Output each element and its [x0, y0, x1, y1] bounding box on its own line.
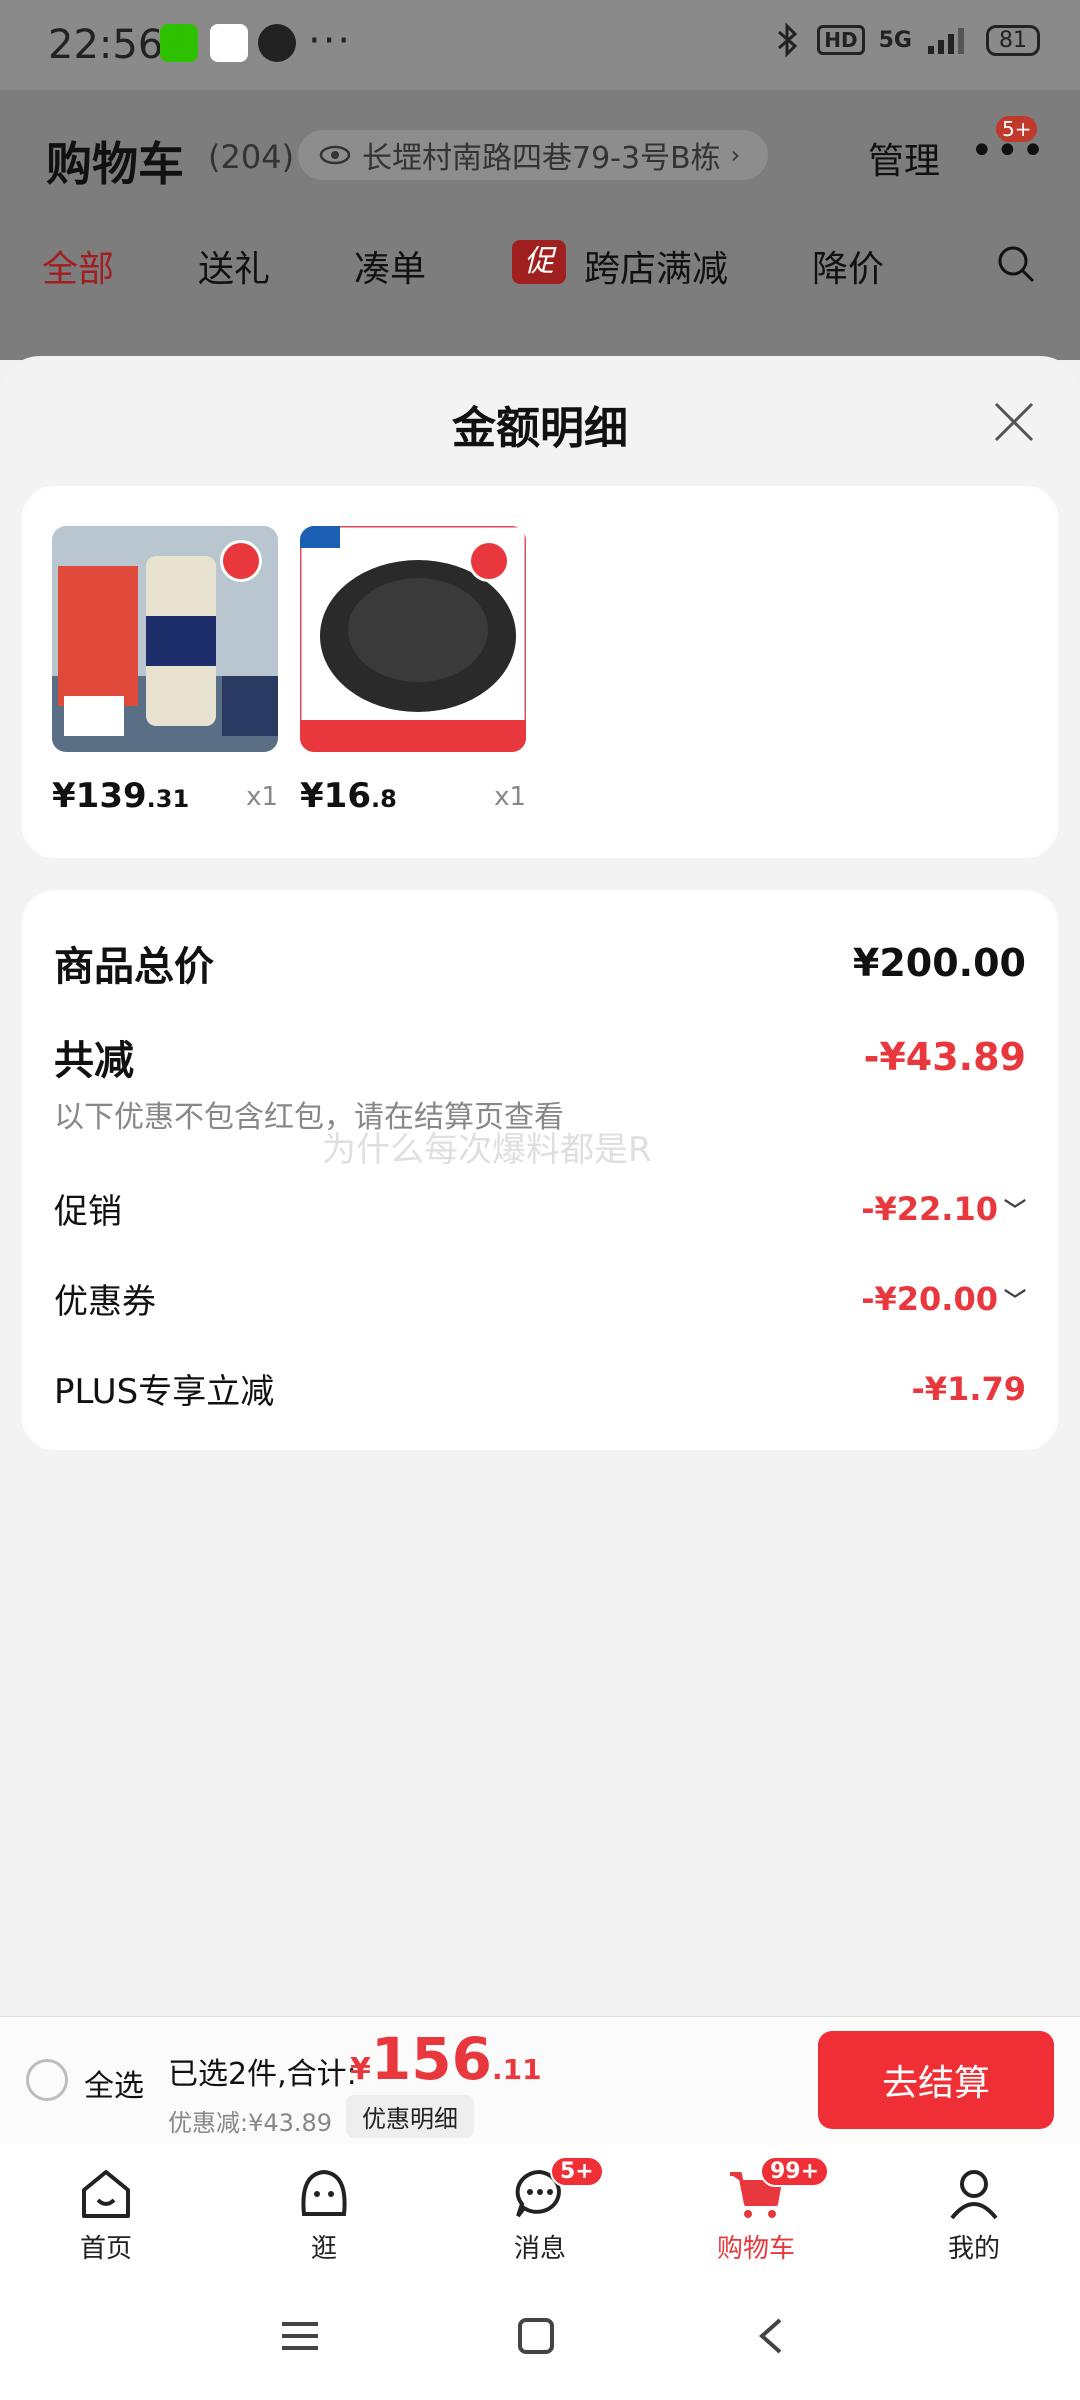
clock-app-icon [258, 24, 296, 62]
promotion-value: -¥22.10 ﹀ [861, 1189, 1026, 1228]
discount-detail-button[interactable]: 优惠明细 [346, 2095, 474, 2138]
bottom-nav: 首页 逛 5+ 消息 99+ 购物车 我的 [0, 2144, 1080, 2272]
tab-add-on[interactable]: 凑单 [354, 240, 426, 292]
more-badge: 5+ [996, 116, 1038, 142]
cart-page-background: 购物车 (204) 长堽村南路四巷79-3号B栋 › 管理 ••• 5+ 全部 … [0, 90, 1080, 360]
search-icon[interactable] [996, 244, 1036, 284]
discount-amount: 优惠减:¥43.89 [168, 2109, 333, 2137]
home-square-icon[interactable] [516, 2316, 556, 2356]
chevron-down-icon: ﹀ [1003, 1288, 1026, 1314]
plus-discount-value: -¥1.79 [911, 1369, 1027, 1408]
cart-title: 购物车 [46, 137, 184, 191]
tab-all[interactable]: 全部 [42, 240, 114, 292]
total-reduce-label: 共减 [54, 1038, 134, 1084]
tab-price-drop[interactable]: 降价 [812, 240, 884, 292]
nav-profile[interactable]: 我的 [904, 2164, 1044, 2265]
selected-products-card: ¥139.31 x1 ¥16.8 x1 [22, 486, 1058, 858]
price-summary-card: 商品总价 ¥200.00 共减 -¥43.89 以下优惠不包含红包，请在结算页查… [22, 890, 1058, 1450]
status-right: HD 5G 81 [773, 22, 1040, 58]
signal-icon [928, 28, 964, 54]
plus-discount-row: PLUS专享立减 -¥1.79 [54, 1364, 1026, 1413]
battery-icon: 81 [986, 24, 1040, 56]
hd-badge: HD [817, 25, 865, 55]
more-notifications-icon: ··· [308, 18, 353, 64]
total-amount: ¥156.11 [350, 2025, 542, 2093]
checkout-bar: 全选 已选2件,合计: ¥156.11 优惠减:¥43.89 优惠明细 去结算 [0, 2016, 1080, 2144]
total-reduce-row: 共减 -¥43.89 [54, 1028, 1026, 1086]
chevron-down-icon: ﹀ [1003, 1198, 1026, 1224]
product-price: ¥16.8 [300, 776, 397, 816]
cart-count: (204) [208, 138, 295, 176]
coupon-value: -¥20.00 ﹀ [861, 1279, 1026, 1318]
product-item[interactable]: ¥16.8 x1 [300, 526, 526, 816]
browse-mascot-icon [301, 2169, 347, 2216]
cart-badge: 99+ [760, 2156, 830, 2187]
profile-icon [950, 2170, 998, 2220]
bluetooth-icon [778, 22, 798, 58]
cart-tabs: 全部 送礼 凑单 促 跨店满减 降价 [0, 240, 1080, 300]
promo-tag-icon: 促 [512, 240, 566, 284]
address-selector[interactable]: 长堽村南路四巷79-3号B栋 › [298, 130, 768, 180]
checked-icon [220, 540, 262, 582]
system-nav-bar [0, 2272, 1080, 2400]
lens-cap-product-image[interactable] [300, 526, 526, 752]
beer-can-product-image[interactable] [52, 526, 278, 752]
product-price: ¥139.31 [52, 776, 190, 816]
product-qty: x1 [494, 782, 526, 812]
tab-gift[interactable]: 送礼 [198, 240, 270, 292]
coupon-row[interactable]: 优惠券 -¥20.00 ﹀ [54, 1274, 1026, 1323]
eye-icon [319, 145, 351, 165]
select-all-radio[interactable] [26, 2059, 68, 2101]
nav-home[interactable]: 首页 [36, 2164, 176, 2265]
nav-messages[interactable]: 5+ 消息 [470, 2156, 610, 2265]
amount-detail-sheet: 金额明细 ¥139.31 x1 ¥16.8 x1 商品总价 ¥200.00 共减… [0, 356, 1080, 2016]
nav-browse[interactable]: 逛 [254, 2164, 394, 2265]
promotion-row[interactable]: 促销 -¥22.10 ﹀ [54, 1184, 1026, 1233]
select-all-label[interactable]: 全选 [84, 2061, 144, 2105]
plus-discount-label: PLUS专享立减 [54, 1372, 275, 1412]
total-price-row: 商品总价 ¥200.00 [54, 934, 1026, 992]
menu-icon[interactable] [280, 2316, 320, 2356]
coupon-label: 优惠券 [54, 1282, 156, 1322]
messages-badge: 5+ [550, 2156, 604, 2187]
network-label: 5G [878, 27, 912, 53]
product-item[interactable]: ¥139.31 x1 [52, 526, 278, 816]
chevron-right-icon: › [730, 141, 741, 169]
wechat-icon [160, 24, 198, 62]
tab-cross-store[interactable]: 跨店满减 [584, 240, 728, 292]
checked-icon [468, 540, 510, 582]
promotion-label: 促销 [54, 1192, 122, 1232]
total-price-label: 商品总价 [54, 944, 214, 990]
status-time: 22:56 [48, 22, 164, 68]
back-icon[interactable] [752, 2316, 792, 2356]
watermark-text: 为什么每次爆料都是R [322, 1130, 652, 1170]
nav-cart[interactable]: 99+ 购物车 [686, 2156, 830, 2265]
product-qty: x1 [246, 782, 278, 812]
total-price-value: ¥200.00 [852, 941, 1026, 985]
selected-count-text: 已选2件,合计: [168, 2057, 357, 2092]
total-reduce-value: -¥43.89 [863, 1035, 1026, 1079]
manage-button[interactable]: 管理 [868, 132, 940, 184]
address-text: 长堽村南路四巷79-3号B栋 [362, 141, 721, 176]
sheet-title: 金额明细 [452, 403, 628, 454]
checkout-button[interactable]: 去结算 [818, 2031, 1054, 2129]
qq-icon [210, 24, 248, 62]
status-bar: 22:56 ··· HD 5G 81 [0, 0, 1080, 90]
home-icon [82, 2170, 130, 2218]
close-icon[interactable] [990, 398, 1038, 446]
